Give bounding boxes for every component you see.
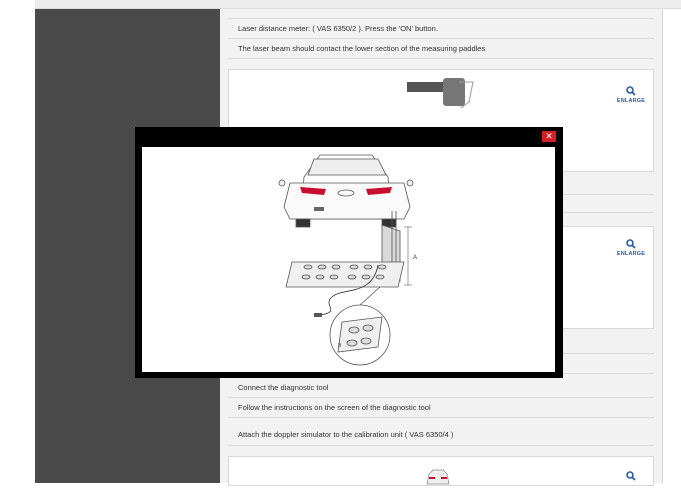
top-border xyxy=(0,0,681,9)
magnifier-icon xyxy=(626,239,636,249)
enlarge-button[interactable]: ENLARGE xyxy=(613,233,649,263)
enlarge-label: ENLARGE xyxy=(616,98,646,104)
step-row: Attach the doppler simulator to the cali… xyxy=(228,424,654,446)
right-strip xyxy=(662,9,681,483)
enlarge-button[interactable]: ENLARGE xyxy=(613,80,649,110)
magnifier-icon xyxy=(626,86,636,96)
connector xyxy=(314,313,322,317)
label-a: A xyxy=(413,255,417,261)
car-thumbnail xyxy=(426,469,450,485)
modal-image-area: A B xyxy=(142,147,555,372)
enlarge-button[interactable] xyxy=(613,461,649,491)
calibration-diagram: A B xyxy=(278,154,417,366)
step-text: Connect the diagnostic tool xyxy=(238,383,329,392)
step-row: Laser distance meter: ( VAS 6350/2 ). Pr… xyxy=(228,19,654,39)
close-icon: ✕ xyxy=(545,131,553,141)
platform xyxy=(285,261,405,288)
step-text: Follow the instructions on the screen of… xyxy=(238,403,431,412)
step-text: Laser distance meter: ( VAS 6350/2 ). Pr… xyxy=(238,24,438,33)
tire-illustration xyxy=(407,78,474,109)
step-text: The laser beam should contact the lower … xyxy=(238,44,486,53)
step-row: The laser beam should contact the lower … xyxy=(228,39,654,59)
detail-zoom: B xyxy=(329,286,391,366)
step-row: Connect the diagnostic tool xyxy=(228,378,654,398)
left-gutter xyxy=(0,0,35,483)
image-modal: ✕ A B xyxy=(135,127,563,378)
step-text: Attach the doppler simulator to the cali… xyxy=(238,430,454,439)
car-illustration xyxy=(278,154,414,228)
close-button[interactable]: ✕ xyxy=(542,131,556,142)
step-row: Follow the instructions on the screen of… xyxy=(228,398,654,418)
row-spacer-top xyxy=(228,9,654,19)
magnifier-icon xyxy=(626,471,636,481)
enlarge-label: ENLARGE xyxy=(616,251,646,257)
image-panel xyxy=(228,456,654,486)
